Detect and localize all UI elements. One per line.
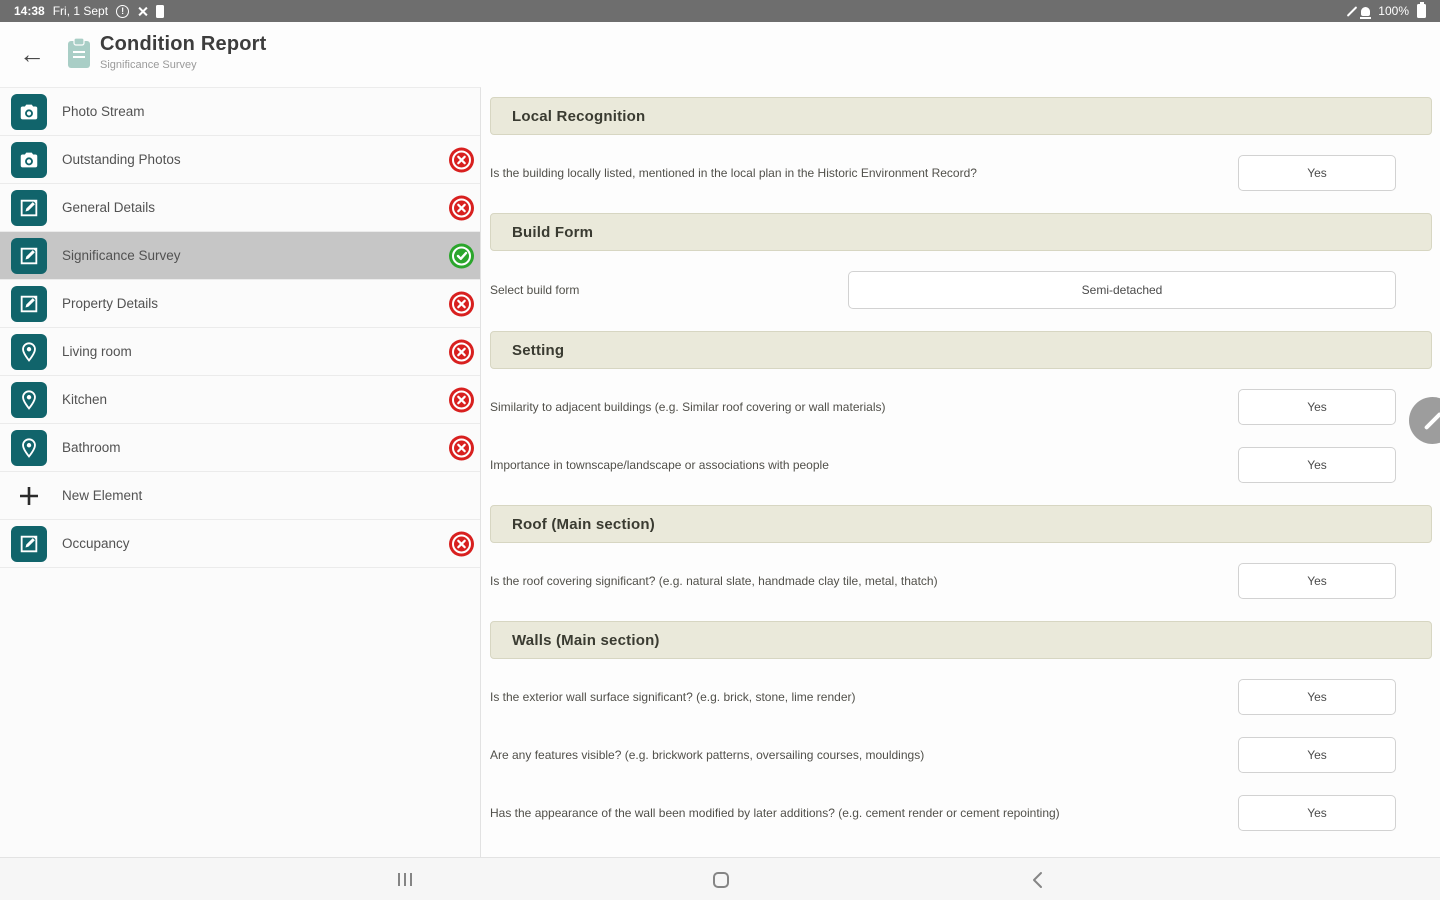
recents-icon [398, 873, 412, 886]
question-label: Is the building locally listed, mentione… [490, 166, 977, 180]
status-bar: 14:38 Fri, 1 Sept ! 100% [0, 0, 1440, 22]
question-label: Has the appearance of the wall been modi… [490, 806, 1060, 820]
battery-percent: 100% [1378, 4, 1409, 18]
sidebar-item-kitchen[interactable]: Kitchen [0, 376, 480, 424]
section-header: Roof (Main section) [490, 505, 1432, 543]
form-row: Has the appearance of the wall been modi… [490, 795, 1432, 831]
camera-icon [11, 93, 47, 130]
date: Fri, 1 Sept [52, 4, 109, 18]
form-row: Is the exterior wall surface significant… [490, 679, 1432, 715]
clipboard-icon [66, 37, 92, 74]
question-label: Importance in townscape/landscape or ass… [490, 458, 829, 472]
answer-button[interactable]: Yes [1238, 563, 1396, 599]
section-header: Build Form [490, 213, 1432, 251]
sidebar-item-label: Outstanding Photos [62, 152, 181, 167]
home-button[interactable] [691, 858, 751, 900]
answer-button[interactable]: Yes [1238, 155, 1396, 191]
sidebar-item-label: General Details [62, 200, 156, 215]
title-block: Condition Report Significance Survey [100, 33, 267, 71]
sidebar-item-significance-survey[interactable]: Significance Survey [0, 232, 480, 280]
status-right: 100% [1346, 2, 1426, 19]
location-pin-icon [11, 429, 47, 466]
sidebar-item-label: Bathroom [62, 440, 121, 455]
question-label: Select build form [490, 283, 580, 297]
sidebar-item-label: Kitchen [62, 392, 108, 407]
page-subtitle: Significance Survey [100, 59, 197, 71]
complete-badge-icon [452, 246, 471, 265]
sidebar-item-label: Photo Stream [62, 104, 145, 119]
sidebar-item-photo-stream[interactable]: Photo Stream [0, 88, 480, 136]
form-row: Select build form Semi-detached [490, 271, 1432, 309]
sidebar-item-property-details[interactable]: Property Details [0, 280, 480, 328]
edit-icon [11, 285, 47, 322]
cross-icon [137, 6, 148, 17]
sidebar-item-bathroom[interactable]: Bathroom [0, 424, 480, 472]
sidebar-item-general-details[interactable]: General Details [0, 184, 480, 232]
answer-button[interactable]: Yes [1238, 447, 1396, 483]
incomplete-badge-icon [452, 294, 471, 313]
location-pin-icon [11, 381, 47, 418]
sidebar-item-living-room[interactable]: Living room [0, 328, 480, 376]
question-label: Is the exterior wall surface significant… [490, 690, 856, 704]
form-row: Are any features visible? (e.g. brickwor… [490, 737, 1432, 773]
pen-icon [1346, 5, 1358, 17]
section-header: Local Recognition [490, 97, 1432, 135]
section-header: Setting [490, 331, 1432, 369]
survey-form: Local Recognition Is the building locally… [482, 87, 1440, 857]
form-row: Is the building locally listed, mentione… [490, 155, 1432, 191]
form-row: Is the roof covering significant? (e.g. … [490, 563, 1432, 599]
app-header: ← Condition Report Significance Survey [0, 22, 1440, 87]
alert-circle-icon: ! [116, 4, 130, 18]
answer-button[interactable]: Yes [1238, 795, 1396, 831]
page-title: Condition Report [100, 33, 267, 55]
nav-back-button[interactable] [1007, 858, 1067, 900]
sidebar-item-new-element[interactable]: New Element [0, 472, 480, 520]
battery-icon [1417, 2, 1426, 18]
location-pin-icon [11, 333, 47, 370]
mute-icon [1360, 6, 1372, 19]
edit-icon [11, 237, 47, 274]
build-form-select[interactable]: Semi-detached [848, 271, 1396, 309]
sidebar-item-label: Occupancy [62, 536, 130, 551]
form-row: Similarity to adjacent buildings (e.g. S… [490, 389, 1432, 425]
incomplete-badge-icon [452, 534, 471, 553]
camera-icon [11, 141, 47, 178]
incomplete-badge-icon [452, 150, 471, 169]
back-button[interactable]: ← [16, 36, 48, 72]
incomplete-badge-icon [452, 198, 471, 217]
answer-button[interactable]: Yes [1238, 737, 1396, 773]
question-label: Are any features visible? (e.g. brickwor… [490, 748, 925, 762]
answer-button[interactable]: Yes [1238, 389, 1396, 425]
question-label: Is the roof covering significant? (e.g. … [490, 574, 938, 588]
incomplete-badge-icon [452, 342, 471, 361]
chevron-left-icon [1032, 871, 1042, 888]
sidebar-item-outstanding-photos[interactable]: Outstanding Photos [0, 136, 480, 184]
sidebar-item-label: Significance Survey [62, 248, 181, 263]
home-icon [713, 871, 729, 888]
incomplete-badge-icon [452, 438, 471, 457]
question-label: Similarity to adjacent buildings (e.g. S… [490, 400, 886, 414]
sidebar-item-occupancy[interactable]: Occupancy [0, 520, 480, 568]
app-screen: 14:38 Fri, 1 Sept ! 100% ← Condition Rep… [0, 0, 1440, 900]
status-left: 14:38 Fri, 1 Sept ! [14, 4, 165, 18]
edit-icon [11, 525, 47, 562]
clock: 14:38 [14, 4, 45, 18]
sidebar-item-label: New Element [62, 488, 143, 503]
form-row: Importance in townscape/landscape or ass… [490, 447, 1432, 483]
sidebar: Photo Stream Outstanding Photos General De… [0, 87, 481, 857]
answer-button[interactable]: Yes [1238, 679, 1396, 715]
plus-icon [11, 478, 47, 514]
arrow-left-icon: ← [19, 39, 45, 69]
section-header: Walls (Main section) [490, 621, 1432, 659]
edit-icon [11, 189, 47, 226]
pencil-icon [1423, 411, 1440, 430]
sidebar-item-label: Property Details [62, 296, 159, 311]
sidebar-item-label: Living room [62, 344, 132, 359]
incomplete-badge-icon [452, 390, 471, 409]
sim-icon [156, 4, 165, 18]
system-nav-bar [0, 857, 1440, 900]
recents-button[interactable] [375, 858, 435, 900]
